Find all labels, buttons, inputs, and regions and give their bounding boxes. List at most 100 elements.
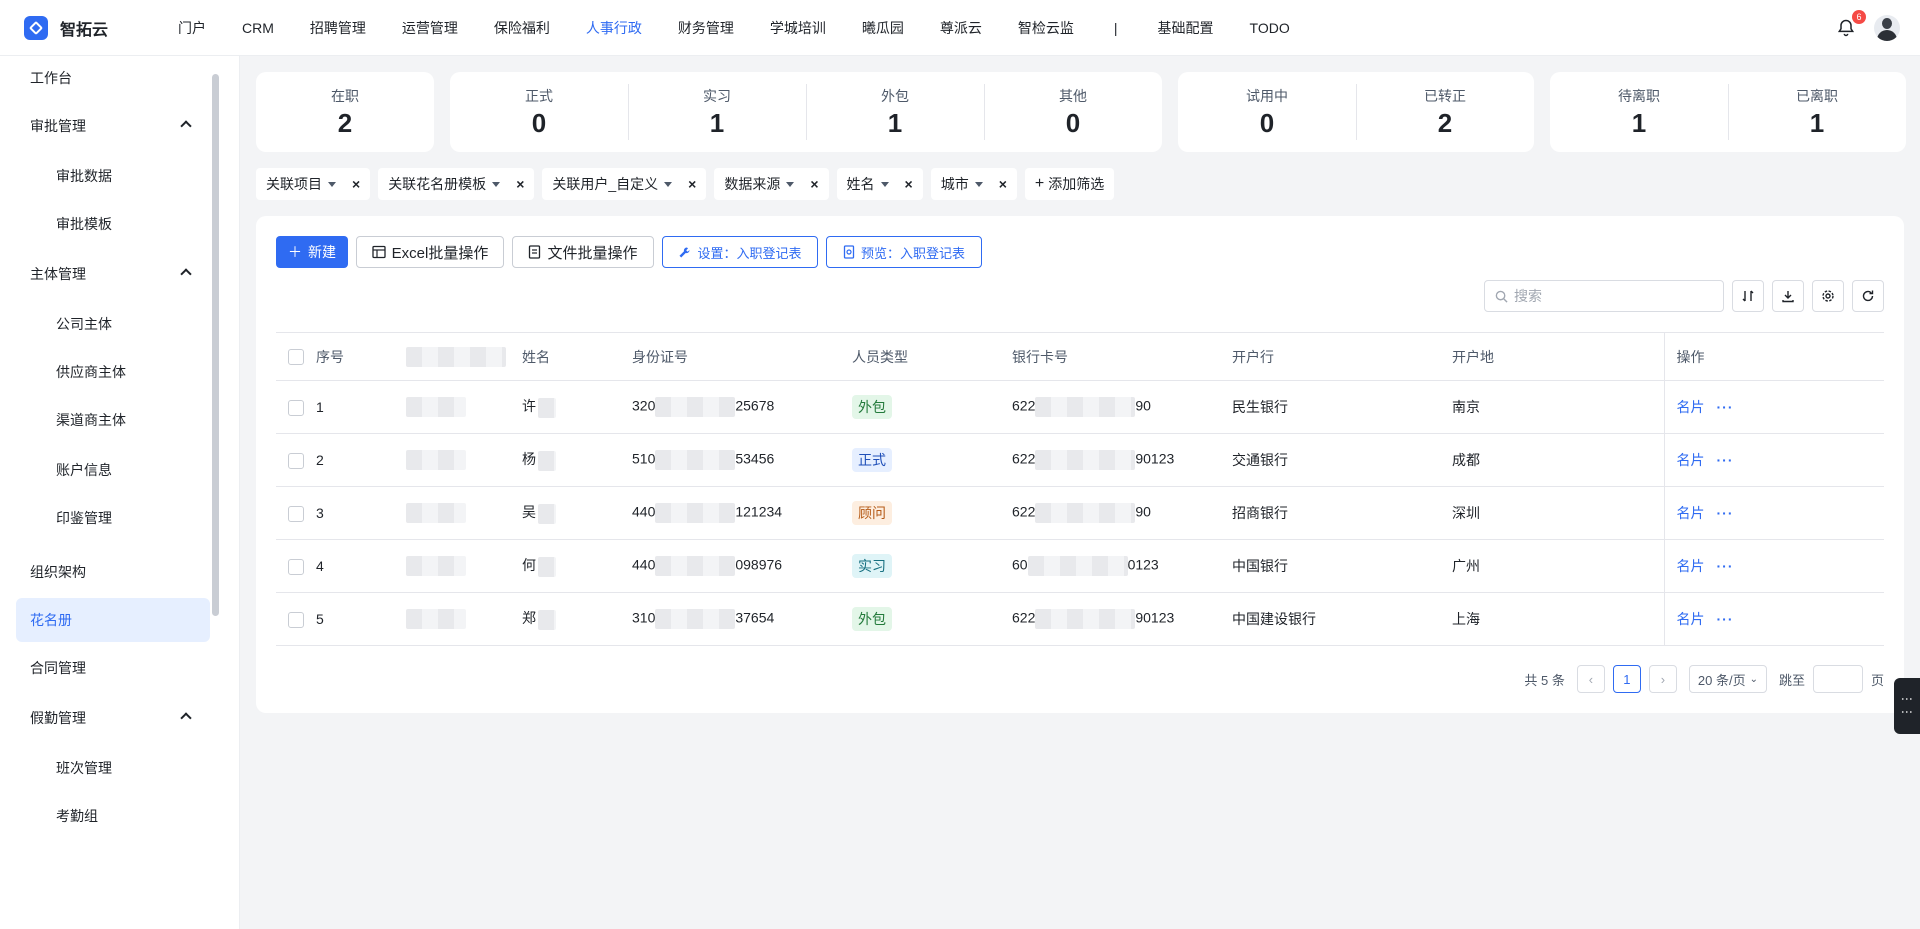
row-checkbox[interactable]: [288, 452, 304, 469]
select-all-checkbox[interactable]: [288, 349, 304, 366]
sidebar-item-8[interactable]: 账户信息: [16, 448, 210, 492]
page-1-button[interactable]: 1: [1612, 665, 1641, 693]
sidebar-item-12[interactable]: 合同管理: [16, 646, 210, 690]
card-link[interactable]: 名片: [1677, 452, 1705, 468]
nav-item-1[interactable]: CRM: [224, 0, 292, 56]
new-button[interactable]: ＋新建: [276, 236, 348, 268]
sidebar-item-13[interactable]: 假勤管理: [16, 696, 210, 740]
table-row[interactable]: 3 吴 440 121234 顾问 622 90 招商银行 深圳 名片 ···: [276, 486, 1884, 540]
filter-chip[interactable]: 城市 ×: [930, 168, 1017, 200]
more-icon[interactable]: ···: [1717, 399, 1734, 415]
settings-form-button[interactable]: 设置：入职登记表: [662, 236, 818, 268]
notification-bell[interactable]: 6: [1836, 10, 1866, 40]
nav-item-4[interactable]: 保险福利: [476, 0, 568, 56]
sidebar-item-14[interactable]: 班次管理: [16, 746, 210, 790]
sidebar-item-0[interactable]: 工作台: [16, 56, 210, 100]
card-link[interactable]: 名片: [1677, 558, 1705, 574]
stat-item[interactable]: 待离职 1: [1550, 72, 1728, 152]
stat-item[interactable]: 其他 0: [984, 72, 1162, 152]
stat-label: 已离职: [1796, 88, 1838, 104]
app-logo[interactable]: 智拓云: [24, 15, 160, 40]
table-row[interactable]: 1 许 320 25678 外包 622 90 民生银行 南京 名片 ···: [276, 380, 1884, 434]
filter-chip[interactable]: 关联项目 ×: [256, 168, 371, 200]
type-tag: 外包: [852, 607, 892, 631]
stat-item[interactable]: 试用中 0: [1178, 72, 1356, 152]
row-checkbox[interactable]: [288, 399, 304, 416]
document-icon: [528, 245, 541, 259]
stat-item[interactable]: 实习 1: [628, 72, 806, 152]
chevron-down-icon: ⌄: [1749, 673, 1758, 685]
stat-item[interactable]: 正式 0: [450, 72, 628, 152]
sidebar-item-2[interactable]: 审批数据: [16, 154, 210, 198]
stat-label: 待离职: [1618, 88, 1660, 104]
nav-item-3[interactable]: 运营管理: [384, 0, 476, 56]
jump-page-input[interactable]: [1812, 665, 1863, 693]
table-row[interactable]: 2 杨 510 53456 正式 622 90123 交通银行 成都 名片 ···: [276, 433, 1884, 487]
refresh-button[interactable]: [1852, 280, 1884, 312]
close-icon[interactable]: ×: [905, 176, 913, 192]
sidebar-item-9[interactable]: 印鉴管理: [16, 496, 210, 540]
row-checkbox[interactable]: [288, 558, 304, 575]
nav-item-0[interactable]: 门户: [160, 0, 224, 56]
sidebar-scrollbar[interactable]: [212, 74, 219, 616]
search-input[interactable]: [1514, 288, 1704, 304]
side-drag-handle[interactable]: ⋮⋮: [1894, 678, 1920, 734]
next-page-button[interactable]: ›: [1648, 665, 1677, 693]
more-icon[interactable]: ···: [1717, 505, 1734, 521]
sort-button[interactable]: [1732, 280, 1764, 312]
nav-item-6[interactable]: 财务管理: [660, 0, 752, 56]
table-row[interactable]: 5 郑 310 37654 外包 622 90123 中国建设银行 上海 名片 ···: [276, 592, 1884, 646]
nav-item-5[interactable]: 人事行政: [568, 0, 660, 56]
gear-icon: [1822, 290, 1834, 302]
nav-item-9[interactable]: 尊派云: [922, 0, 1000, 56]
sidebar-item-1[interactable]: 审批管理: [16, 104, 210, 148]
excel-batch-button[interactable]: Excel批量操作: [356, 236, 504, 268]
add-filter-button[interactable]: + 添加筛选: [1024, 168, 1115, 200]
close-icon[interactable]: ×: [810, 176, 818, 192]
filter-chip[interactable]: 数据来源 ×: [714, 168, 829, 200]
stat-item[interactable]: 已离职 1: [1728, 72, 1906, 152]
stat-item[interactable]: 在职 2: [256, 72, 434, 152]
close-icon[interactable]: ×: [352, 176, 360, 192]
card-link[interactable]: 名片: [1677, 399, 1705, 415]
search-box[interactable]: [1484, 280, 1724, 312]
filter-chip[interactable]: 姓名 ×: [836, 168, 923, 200]
more-icon[interactable]: ···: [1717, 611, 1734, 627]
sidebar-item-15[interactable]: 考勤组: [16, 794, 210, 838]
close-icon[interactable]: ×: [688, 176, 696, 192]
card-link[interactable]: 名片: [1677, 611, 1705, 627]
nav-item-2[interactable]: 招聘管理: [292, 0, 384, 56]
more-icon[interactable]: ···: [1717, 558, 1734, 574]
sidebar-item-6[interactable]: 供应商主体: [16, 350, 210, 394]
sidebar-item-11[interactable]: 花名册: [16, 598, 210, 642]
nav-item-13[interactable]: TODO: [1232, 0, 1308, 56]
filter-chip[interactable]: 关联用户_自定义 ×: [542, 168, 707, 200]
user-avatar[interactable]: [1874, 15, 1900, 41]
stat-item[interactable]: 已转正 2: [1356, 72, 1534, 152]
more-icon[interactable]: ···: [1717, 452, 1734, 468]
download-button[interactable]: [1772, 280, 1804, 312]
nav-item-7[interactable]: 学城培训: [752, 0, 844, 56]
nav-item-12[interactable]: 基础配置: [1140, 0, 1232, 56]
stat-item[interactable]: 外包 1: [806, 72, 984, 152]
row-checkbox[interactable]: [288, 505, 304, 522]
filter-chip[interactable]: 关联花名册模板 ×: [378, 168, 535, 200]
plus-icon: ＋: [288, 244, 302, 260]
file-batch-button[interactable]: 文件批量操作: [512, 236, 654, 268]
close-icon[interactable]: ×: [516, 176, 524, 192]
preview-form-button[interactable]: 预览：入职登记表: [826, 236, 982, 268]
settings-button[interactable]: [1812, 280, 1844, 312]
nav-item-8[interactable]: 曦瓜园: [844, 0, 922, 56]
sidebar-item-3[interactable]: 审批模板: [16, 202, 210, 246]
sidebar-item-10[interactable]: 组织架构: [16, 550, 210, 594]
sidebar-item-5[interactable]: 公司主体: [16, 302, 210, 346]
page-size-select[interactable]: 20 条/页 ⌄: [1688, 665, 1767, 693]
nav-item-10[interactable]: 智检云监: [1000, 0, 1092, 56]
row-checkbox[interactable]: [288, 611, 304, 628]
prev-page-button[interactable]: ‹: [1576, 665, 1605, 693]
table-row[interactable]: 4 何 440 098976 实习 60 0123 中国银行 广州 名片 ···: [276, 539, 1884, 593]
close-icon[interactable]: ×: [999, 176, 1007, 192]
sidebar-item-7[interactable]: 渠道商主体: [16, 398, 210, 442]
sidebar-item-4[interactable]: 主体管理: [16, 252, 210, 296]
card-link[interactable]: 名片: [1677, 505, 1705, 521]
